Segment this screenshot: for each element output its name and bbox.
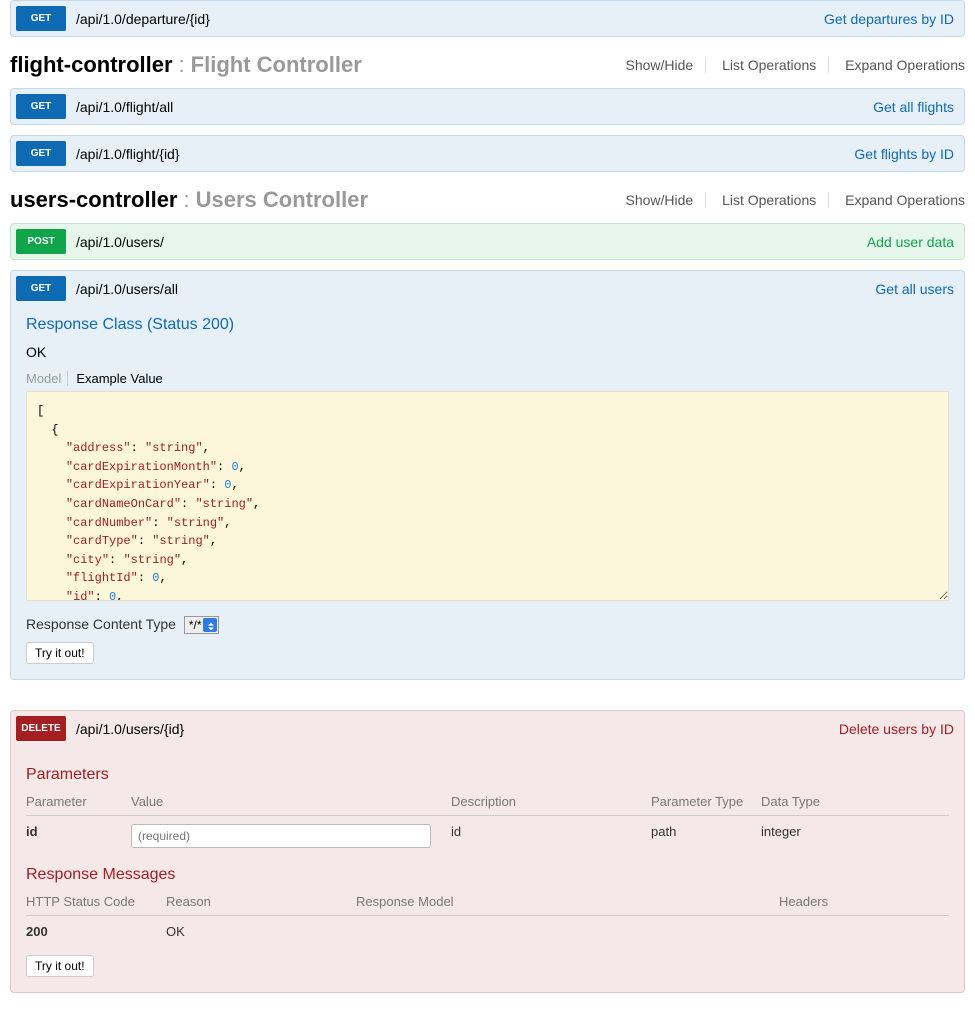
controller-actions: Show/Hide List Operations Expand Operati… [613,192,965,208]
op-body: Response Class (Status 200) OK Model Exa… [11,306,964,679]
op-head[interactable]: POST /api/1.0/users/ Add user data [11,224,964,259]
th-ptype: Parameter Type [651,792,761,816]
op-get-flight-id[interactable]: GET /api/1.0/flight/{id} Get flights by … [10,135,965,172]
controller-label: Flight Controller [191,52,362,78]
op-post-users[interactable]: POST /api/1.0/users/ Add user data [10,223,965,260]
op-path[interactable]: /api/1.0/users/{id} [66,721,839,737]
resp-code: 200 [26,916,166,948]
method-badge-delete: DELETE [16,716,66,741]
try-it-out-button[interactable]: Try it out! [26,955,94,977]
op-head[interactable]: GET /api/1.0/users/all Get all users [11,271,964,306]
resp-reason: OK [166,916,356,948]
parameters-table: Parameter Value Description Parameter Ty… [26,792,949,856]
op-head[interactable]: GET /api/1.0/flight/{id} Get flights by … [11,136,964,171]
method-badge-get: GET [16,6,66,31]
try-it-out-button[interactable]: Try it out! [26,642,94,664]
example-json-snippet[interactable]: [ { "address": "string", "cardExpiration… [26,391,949,601]
th-reason: Reason [166,892,356,916]
sep: : [178,187,196,213]
op-delete-users-id[interactable]: DELETE /api/1.0/users/{id} Delete users … [10,710,965,993]
tab-model[interactable]: Model [26,371,68,386]
op-desc[interactable]: Get all users [875,281,959,297]
op-path[interactable]: /api/1.0/flight/all [66,99,873,115]
parameters-title: Parameters [26,766,949,784]
method-badge-get: GET [16,94,66,119]
rct-select[interactable]: */* [184,616,219,634]
controller-name[interactable]: flight-controller [10,52,173,78]
model-example-tabs: Model Example Value [26,370,949,386]
op-path[interactable]: /api/1.0/users/ [66,234,867,250]
th-dtype: Data Type [761,792,949,816]
op-head[interactable]: GET /api/1.0/flight/all Get all flights [11,89,964,124]
controller-name[interactable]: users-controller [10,187,178,213]
op-desc[interactable]: Get flights by ID [854,146,959,162]
table-row: id id path integer [26,816,949,857]
rct-label: Response Content Type [26,616,176,632]
action-expand[interactable]: Expand Operations [833,57,965,73]
response-messages-title: Response Messages [26,866,949,884]
response-ok: OK [26,344,949,360]
method-badge-get: GET [16,276,66,301]
op-path[interactable]: /api/1.0/departure/{id} [66,11,824,27]
controller-actions: Show/Hide List Operations Expand Operati… [613,57,965,73]
action-showhide[interactable]: Show/Hide [613,192,706,208]
param-name: id [26,816,131,857]
sep: : [173,52,191,78]
th-value: Value [131,792,451,816]
controller-users-header: users-controller : Users Controller Show… [10,187,965,213]
action-expand[interactable]: Expand Operations [833,192,965,208]
op-path[interactable]: /api/1.0/users/all [66,281,875,297]
action-list[interactable]: List Operations [710,192,829,208]
op-path[interactable]: /api/1.0/flight/{id} [66,146,854,162]
th-desc: Description [451,792,651,816]
controller-label: Users Controller [196,187,368,213]
controller-flight-header: flight-controller : Flight Controller Sh… [10,52,965,78]
op-desc[interactable]: Add user data [867,234,959,250]
th-code: HTTP Status Code [26,892,166,916]
th-parameter: Parameter [26,792,131,816]
op-desc[interactable]: Get departures by ID [824,11,959,27]
th-model: Response Model [356,892,779,916]
op-body: Parameters Parameter Value Description P… [11,746,964,992]
response-messages-table: HTTP Status Code Reason Response Model H… [26,892,949,947]
table-row: 200 OK [26,916,949,948]
method-badge-post: POST [16,229,66,254]
op-get-flight-all[interactable]: GET /api/1.0/flight/all Get all flights [10,88,965,125]
param-ptype: path [651,816,761,857]
th-headers: Headers [779,892,949,916]
response-content-type-row: Response Content Type */* [26,616,949,634]
tab-example-value[interactable]: Example Value [76,371,168,386]
param-desc: id [451,816,651,857]
param-value-input[interactable] [131,824,431,848]
response-class-title: Response Class (Status 200) [26,316,949,334]
op-get-users-all[interactable]: GET /api/1.0/users/all Get all users Res… [10,270,965,680]
rct-select-wrap[interactable]: */* [180,616,219,634]
op-head[interactable]: GET /api/1.0/departure/{id} Get departur… [11,1,964,36]
op-desc[interactable]: Delete users by ID [839,721,959,737]
op-desc[interactable]: Get all flights [873,99,959,115]
param-dtype: integer [761,816,949,857]
op-head[interactable]: DELETE /api/1.0/users/{id} Delete users … [11,711,964,746]
op-get-departure-id[interactable]: GET /api/1.0/departure/{id} Get departur… [10,0,965,37]
action-showhide[interactable]: Show/Hide [613,57,706,73]
method-badge-get: GET [16,141,66,166]
action-list[interactable]: List Operations [710,57,829,73]
